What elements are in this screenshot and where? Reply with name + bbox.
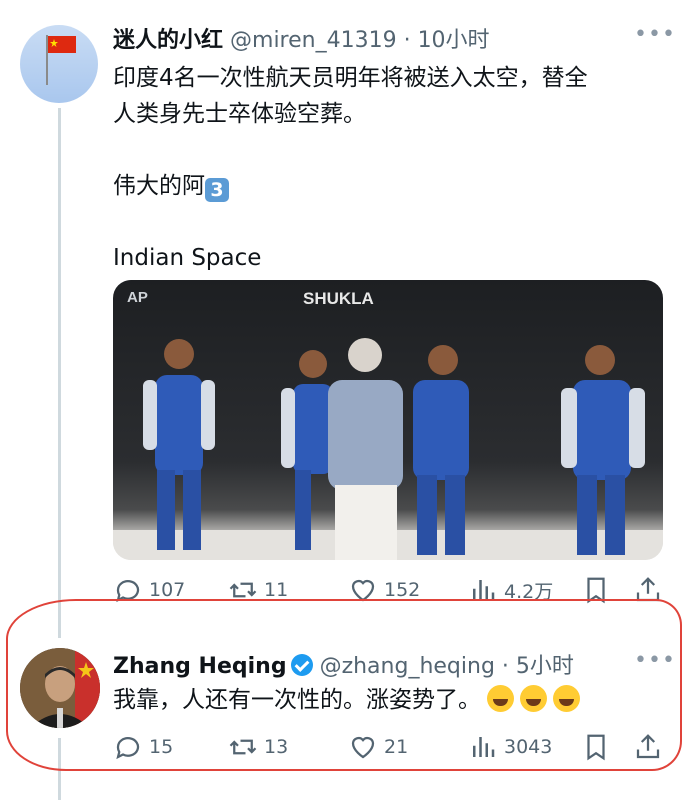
views-icon	[473, 580, 495, 600]
retweet-action[interactable]: 11	[228, 575, 288, 605]
tweet-text: 印度4名一次性航天员明年将被送入太空，替全 人类身先士卒体验空葬。 伟大的阿 3 …	[113, 60, 658, 276]
reply-icon	[116, 580, 140, 603]
heart-icon	[351, 579, 375, 602]
bookmark-action[interactable]	[581, 575, 611, 605]
share-action[interactable]	[633, 732, 663, 762]
avatar[interactable]	[20, 25, 98, 103]
retweet-action[interactable]: 13	[228, 732, 288, 762]
media-label: SHUKLA	[303, 289, 374, 308]
rofl-emoji-icon	[520, 685, 547, 712]
like-count: 21	[384, 736, 409, 758]
like-action[interactable]: 21	[348, 732, 408, 762]
media-label: AP	[127, 289, 148, 306]
like-action[interactable]: 152	[348, 575, 420, 605]
verified-badge-icon	[290, 654, 313, 676]
bookmark-icon	[587, 734, 605, 761]
retweet-icon	[229, 582, 257, 598]
handle-time[interactable]: @zhang_heqing · 5小时	[320, 654, 574, 679]
views-action[interactable]: 4.2万	[468, 575, 553, 605]
display-name[interactable]: Zhang Heqing	[113, 654, 287, 679]
more-options-icon[interactable]: •••	[634, 648, 676, 673]
share-icon	[636, 734, 660, 759]
handle-time[interactable]: @miren_41319 · 10小时	[230, 28, 490, 53]
views-icon	[473, 737, 495, 757]
reply-body: 我靠，人还有一次性的。涨姿势了。	[113, 687, 481, 713]
rofl-emoji-icon	[553, 685, 580, 712]
retweet-count: 13	[264, 736, 289, 758]
share-icon	[636, 577, 660, 602]
retweet-count: 11	[264, 579, 289, 601]
astronaut-photo: AP SHUKLA	[113, 289, 663, 560]
like-count: 152	[384, 579, 421, 601]
china-flag-icon	[46, 35, 76, 85]
bookmark-icon	[587, 577, 605, 604]
keycap-3-icon: 3	[205, 178, 229, 202]
tweet-line: 伟大的阿 3	[113, 168, 658, 204]
tweet-media-image[interactable]: AP SHUKLA	[113, 280, 663, 560]
tweet-header: 迷人的小红 @miren_41319 · 10小时	[113, 22, 490, 54]
tweet-actions: 107 11 152 4.2万	[113, 575, 663, 605]
bookmark-action[interactable]	[581, 732, 611, 762]
retweet-icon	[229, 739, 257, 755]
avatar[interactable]	[20, 648, 100, 728]
tweet-line: 印度4名一次性航天员明年将被送入太空，替全	[113, 65, 588, 91]
reply-icon	[116, 737, 140, 760]
display-name[interactable]: 迷人的小红	[113, 28, 223, 53]
views-action[interactable]: 3043	[468, 732, 552, 762]
reply-actions: 15 13 21 3043	[113, 732, 663, 762]
reply-header: Zhang Heqing @zhang_heqing · 5小时	[113, 648, 574, 680]
tweet-line: 人类身先士卒体验空葬。	[113, 101, 366, 127]
reply-count: 15	[149, 736, 174, 758]
heart-icon	[351, 736, 375, 759]
rofl-emoji-icon	[487, 685, 514, 712]
reply-action[interactable]: 107	[113, 575, 185, 605]
more-options-icon[interactable]: •••	[634, 22, 676, 47]
profile-photo	[20, 648, 100, 728]
reply-action[interactable]: 15	[113, 732, 173, 762]
view-count: 4.2万	[504, 580, 554, 603]
reply-text: 我靠，人还有一次性的。涨姿势了。	[113, 682, 580, 718]
reply-count: 107	[149, 579, 186, 601]
thread-line	[58, 108, 61, 638]
tweet-line: Indian Space	[113, 245, 262, 271]
share-action[interactable]	[633, 575, 663, 605]
thread-line-bottom	[58, 738, 61, 800]
view-count: 3043	[504, 736, 553, 758]
